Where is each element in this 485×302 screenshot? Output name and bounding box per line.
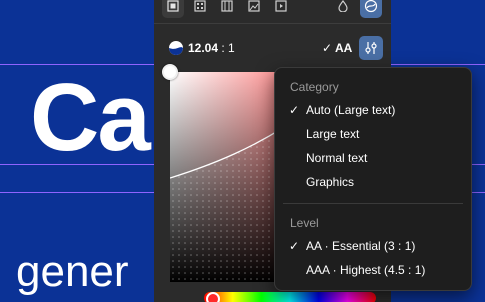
menu-item-auto-large-text[interactable]: ✓ Auto (Large text)	[275, 98, 471, 122]
menu-divider	[283, 203, 463, 204]
wcag-pass-indicator: ✓ AA	[322, 41, 352, 55]
frame-icon	[167, 0, 179, 12]
wcag-check-mark: ✓	[322, 41, 333, 55]
menu-item-label: AA · Essential (3 : 1)	[306, 239, 416, 253]
hue-slider-handle[interactable]	[206, 292, 220, 302]
contrast-ratio-row: 12.04 : 1 ✓ AA	[154, 34, 391, 62]
menu-item-graphics[interactable]: Graphics	[275, 170, 471, 194]
menu-item-label: Large text	[306, 127, 360, 141]
pattern-icon	[194, 0, 206, 12]
tool-film-button[interactable]	[216, 0, 238, 18]
menu-item-normal-text[interactable]: Normal text	[275, 146, 471, 170]
hue-slider[interactable]	[204, 292, 376, 302]
drop-icon	[338, 0, 348, 12]
menu-item-aaa-highest[interactable]: AAA · Highest (4.5 : 1)	[275, 258, 471, 282]
level-section-label: Level	[290, 216, 319, 230]
wcag-level-label: AA	[334, 41, 353, 55]
swirl-icon	[364, 0, 378, 13]
check-icon: ✓	[289, 239, 300, 253]
panel-toolbar	[154, 0, 391, 24]
tool-frame-button[interactable]	[162, 0, 184, 18]
menu-item-label: Graphics	[306, 175, 355, 189]
tool-swirl-button[interactable]	[360, 0, 382, 18]
contrast-ratio-value: 12.04	[188, 41, 219, 55]
canvas-body-text: gener	[16, 247, 129, 296]
check-icon: ✓	[289, 103, 300, 117]
contrast-target-menu: Category ✓ Auto (Large text) Large text …	[274, 67, 472, 291]
contrast-ratio: 12.04 : 1	[188, 41, 235, 55]
canvas-heading-text: Ca	[30, 64, 151, 171]
film-icon	[221, 0, 233, 12]
menu-item-label: AAA · Highest (4.5 : 1)	[306, 263, 426, 277]
menu-item-label: Auto (Large text)	[306, 103, 396, 117]
tool-video-button[interactable]	[270, 0, 292, 18]
tool-pattern-button[interactable]	[189, 0, 211, 18]
menu-item-label: Normal text	[306, 151, 368, 165]
image-icon	[248, 0, 260, 12]
category-section-label: Category	[290, 80, 339, 94]
contrast-icon	[169, 41, 183, 55]
contrast-ratio-suffix: : 1	[218, 41, 235, 55]
menu-item-large-text[interactable]: Large text	[275, 122, 471, 146]
sliders-icon	[365, 42, 377, 54]
menu-item-aa-essential[interactable]: ✓ AA · Essential (3 : 1)	[275, 234, 471, 258]
tool-drop-button[interactable]	[332, 0, 354, 18]
tool-image-button[interactable]	[243, 0, 265, 18]
color-picker-handle[interactable]	[162, 64, 178, 80]
video-icon	[275, 0, 287, 12]
contrast-settings-button[interactable]	[359, 36, 383, 60]
